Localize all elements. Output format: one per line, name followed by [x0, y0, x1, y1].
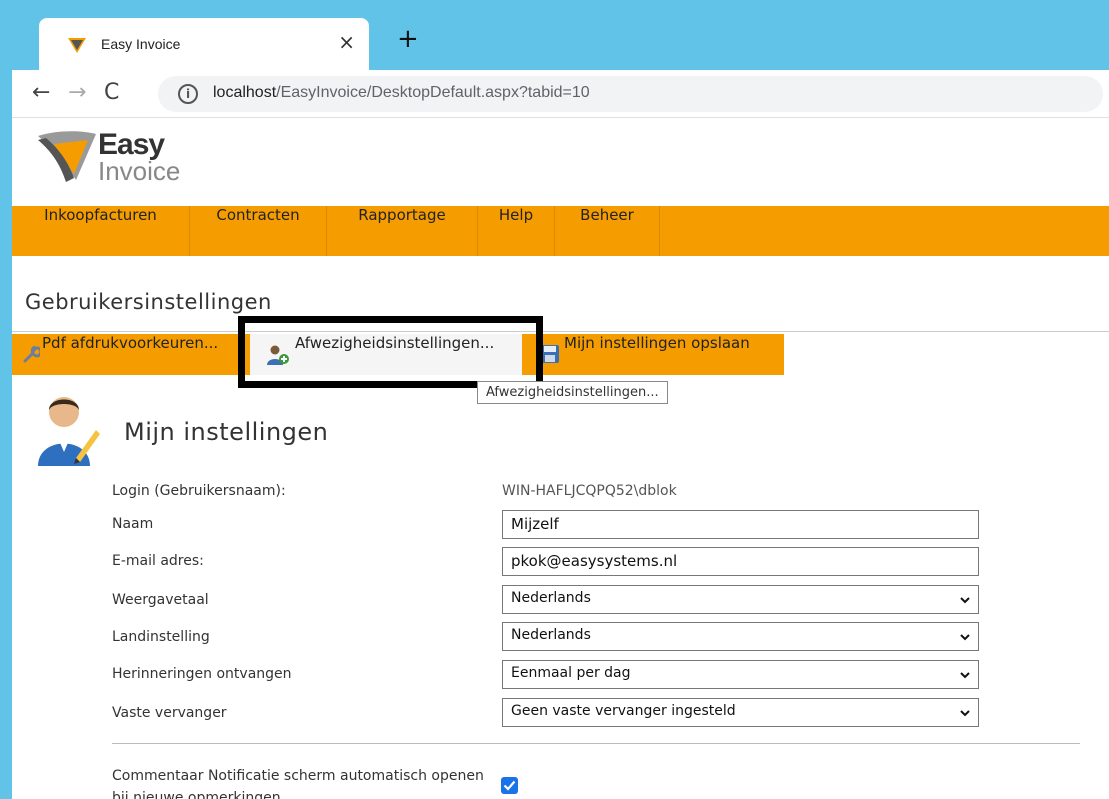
highlight-annotation-box — [238, 316, 543, 388]
chevron-down-icon — [960, 672, 970, 679]
save-settings-label: Mijn instellingen opslaan — [564, 334, 750, 352]
user-edit-avatar-icon — [38, 397, 100, 466]
checkmark-icon — [503, 780, 516, 791]
chevron-down-icon — [960, 710, 970, 717]
weergavetaal-label: Weergavetaal — [112, 592, 209, 608]
landinstelling-label: Landinstelling — [112, 629, 210, 645]
back-arrow-icon[interactable]: ← — [32, 80, 50, 105]
comment-notification-checkbox[interactable] — [501, 777, 518, 794]
title-divider — [12, 331, 1109, 332]
url-host: localhost — [213, 84, 277, 101]
pdf-preferences-button[interactable]: Pdf afdrukvoorkeuren... — [12, 334, 250, 375]
chevron-down-icon — [960, 634, 970, 641]
landinstelling-select[interactable]: Nederlands — [502, 622, 979, 651]
close-tab-icon[interactable]: × — [338, 30, 355, 54]
reload-icon[interactable]: C — [104, 80, 119, 105]
email-input[interactable]: pkok@easysystems.nl — [502, 547, 979, 576]
naam-label: Naam — [112, 516, 154, 532]
menu-item-contracten[interactable]: Contracten — [190, 206, 327, 256]
main-menu: Inkoopfacturen Contracten Rapportage Hel… — [12, 206, 1109, 256]
forward-arrow-icon[interactable]: → — [68, 80, 86, 105]
browser-tab[interactable]: Easy Invoice × — [39, 18, 369, 70]
section-title: Mijn instellingen — [124, 418, 329, 446]
url-text: localhost/EasyInvoice/DesktopDefault.asp… — [213, 84, 590, 102]
vervanger-label: Vaste vervanger — [112, 705, 227, 721]
weergavetaal-select[interactable]: Nederlands — [502, 585, 979, 614]
tab-title: Easy Invoice — [101, 36, 181, 52]
landinstelling-value: Nederlands — [511, 627, 591, 643]
herinneringen-label: Herinneringen ontvangen — [112, 666, 292, 682]
pdf-preferences-label: Pdf afdrukvoorkeuren... — [42, 334, 219, 352]
browser-addressbar: ← → C i localhost/EasyInvoice/DesktopDef… — [12, 70, 1109, 118]
vervanger-select[interactable]: Geen vaste vervanger ingesteld — [502, 698, 979, 727]
herinneringen-select[interactable]: Eenmaal per dag — [502, 660, 979, 689]
login-label: Login (Gebruikersnaam): — [112, 483, 286, 499]
easy-invoice-favicon-icon — [68, 38, 86, 53]
page-title: Gebruikersinstellingen — [25, 290, 272, 314]
logo-text-invoice: Invoice — [98, 156, 181, 186]
herinneringen-value: Eenmaal per dag — [511, 665, 631, 681]
menu-item-beheer[interactable]: Beheer — [555, 206, 660, 256]
wrench-icon — [23, 345, 40, 363]
naam-input[interactable]: Mijzelf — [502, 510, 979, 539]
menu-item-help[interactable]: Help — [478, 206, 555, 256]
login-value: WIN-HAFLJCQPQ52\dblok — [502, 483, 677, 499]
save-settings-button[interactable]: Mijn instellingen opslaan — [522, 334, 784, 375]
url-bar[interactable]: i localhost/EasyInvoice/DesktopDefault.a… — [158, 76, 1103, 112]
info-icon[interactable]: i — [178, 84, 198, 104]
new-tab-button[interactable]: + — [397, 26, 419, 52]
browser-tabstrip: Easy Invoice × + — [12, 0, 1109, 70]
menu-item-inkoopfacturen[interactable]: Inkoopfacturen — [12, 206, 190, 256]
url-path: /EasyInvoice/DesktopDefault.aspx?tabid=1… — [276, 84, 590, 101]
chevron-down-icon — [960, 597, 970, 604]
floppy-disk-icon — [541, 345, 559, 363]
comment-notification-label: Commentaar Notificatie scherm automatisc… — [112, 768, 484, 799]
logo-mark-icon — [38, 131, 96, 182]
vervanger-value: Geen vaste vervanger ingesteld — [511, 703, 736, 719]
weergavetaal-value: Nederlands — [511, 590, 591, 606]
window-left-edge — [0, 0, 12, 799]
form-divider — [112, 743, 1080, 744]
tooltip: Afwezigheidsinstellingen... — [477, 381, 668, 404]
easy-invoice-logo[interactable]: Easy Invoice — [36, 128, 206, 188]
email-label: E-mail adres: — [112, 553, 204, 569]
menu-item-rapportage[interactable]: Rapportage — [327, 206, 478, 256]
